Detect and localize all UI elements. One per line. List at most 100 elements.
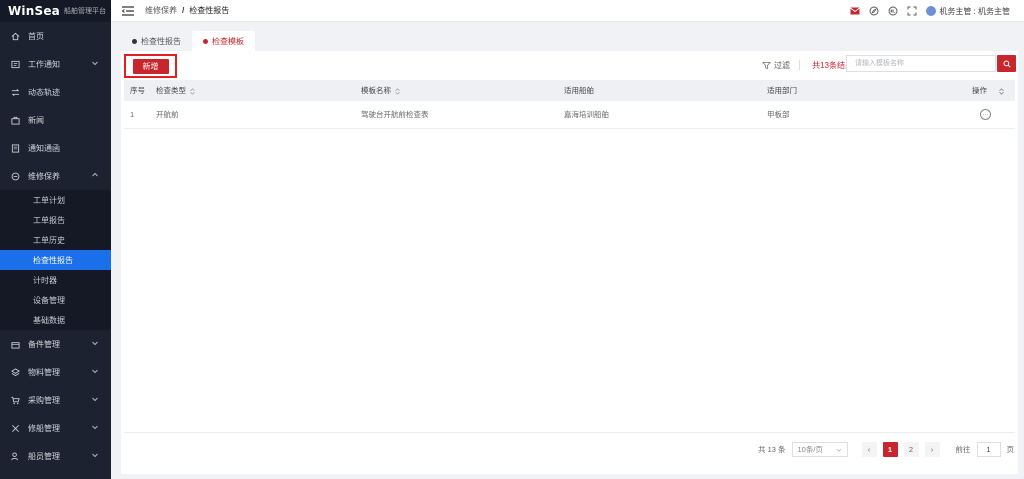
sidebar-item-label: 维修保养 (28, 171, 60, 181)
page-size-select[interactable]: 10条/页 (791, 442, 848, 457)
header-index: 序号 (130, 86, 145, 95)
brand: WinSea 船舶管理平台 (0, 0, 111, 22)
sidebar-item-label: 船员管理 (28, 451, 60, 461)
search-input[interactable] (846, 55, 996, 72)
header-type[interactable]: 检查类型 (150, 80, 355, 101)
user-menu[interactable]: 机务主管 : 机务主管 (926, 6, 1010, 17)
filter-icon (762, 61, 771, 70)
chevron-down-icon (92, 397, 98, 402)
mail-icon[interactable] (850, 6, 861, 16)
sidebar-item-label: 首页 (28, 31, 44, 41)
crew-icon (10, 451, 20, 461)
news-icon (10, 115, 20, 125)
breadcrumb-current: 检查性报告 (189, 6, 230, 15)
sidebar-item-work-notice[interactable]: 工作通知 (0, 50, 111, 78)
search-icon (1002, 59, 1011, 68)
tab-bar: 检查性报告 检查模板 (121, 30, 255, 51)
cell-op: ··· (966, 101, 1015, 128)
sidebar-subitem-work-plan[interactable]: 工单计划 (0, 190, 111, 210)
cart-icon (10, 395, 20, 405)
next-page-button[interactable]: › (924, 442, 940, 457)
toolbar-divider (799, 60, 800, 70)
chevron-down-icon (92, 453, 98, 458)
breadcrumb-parent[interactable]: 维修保养 (145, 5, 177, 16)
sidebar-item-maintenance[interactable]: 维修保养 (0, 162, 111, 190)
chevron-up-icon (92, 172, 98, 177)
chevron-down-icon (92, 425, 98, 430)
toolbar: 新增 过滤 共13条结果 (121, 51, 1018, 78)
filter-label: 过滤 (774, 61, 790, 70)
sidebar-item-ship-repair[interactable]: 修船管理 (0, 414, 111, 442)
sidebar-item-track[interactable]: 动态轨迹 (0, 78, 111, 106)
filter-button[interactable]: 过滤 (762, 60, 790, 71)
circular-icon (10, 143, 20, 153)
track-icon (10, 87, 20, 97)
sidebar-subitem-timer[interactable]: 计时器 (0, 270, 111, 290)
prev-page-button[interactable]: ‹ (861, 442, 877, 457)
header-label: 操作 (972, 86, 987, 95)
cell-type: 开航前 (156, 109, 179, 119)
menu-toggle-icon[interactable] (122, 5, 134, 16)
goto-page-input[interactable] (976, 442, 1001, 457)
sidebar-item-news[interactable]: 新闻 (0, 106, 111, 134)
goto-suffix: 页 (1006, 445, 1015, 454)
more-actions-icon[interactable]: ··· (980, 109, 991, 120)
column-settings-icon[interactable] (999, 87, 1004, 95)
sidebar-item-spare-parts[interactable]: 备件管理 (0, 330, 111, 358)
pagination-divider (124, 432, 1015, 433)
sidebar-item-label: 新闻 (28, 115, 44, 125)
header-template[interactable]: 模板名称 (355, 80, 558, 101)
language-icon[interactable] (888, 6, 898, 16)
table-row[interactable]: 1 开航前 驾驶台开航前检查表 嘉海培训船舶 甲板部 ··· (124, 101, 1015, 128)
cell-ship: 嘉海培训船舶 (564, 109, 609, 119)
tab-label: 检查性报告 (141, 36, 181, 46)
tab-pin-icon (132, 38, 137, 44)
page-size-value: 10条/页 (797, 445, 823, 454)
chevron-down-icon (92, 369, 98, 374)
chevron-down-icon (92, 61, 98, 66)
sidebar-item-purchase[interactable]: 采购管理 (0, 386, 111, 414)
sidebar-item-materials[interactable]: 物料管理 (0, 358, 111, 386)
tab-inspection-report[interactable]: 检查性报告 (121, 31, 192, 51)
maintenance-submenu: 工单计划 工单报告 工单历史 检查性报告 计时器 设备管理 基础数据 (0, 190, 111, 330)
breadcrumb-separator: / (182, 6, 185, 15)
repair-icon (10, 423, 20, 433)
header-op: 操作 (966, 80, 1015, 101)
sidebar-subitem-work-history[interactable]: 工单历史 (0, 230, 111, 250)
template-table: 序号 检查类型 模板名称 适用船舶 适用部门 操作 1 开航前 驾驶台开航前检查… (124, 80, 1015, 129)
table-body: 1 开航前 驾驶台开航前检查表 嘉海培训船舶 甲板部 ··· (124, 101, 1015, 128)
sidebar: WinSea 船舶管理平台 首页 工作通知 动态轨迹 新闻 通知通函 维修保养 (0, 0, 111, 479)
search-button[interactable] (997, 55, 1016, 72)
sidebar-item-label: 物料管理 (28, 367, 60, 377)
tab-label: 检查模板 (212, 36, 244, 46)
goto-label: 前往 (955, 445, 971, 454)
sidebar-item-label: 备件管理 (28, 339, 60, 349)
tab-inspection-template[interactable]: 检查模板 (192, 31, 255, 51)
page-button-1[interactable]: 1 (882, 442, 898, 457)
sidebar-item-label: 采购管理 (28, 395, 60, 405)
pagination: 共 13 条 10条/页 ‹ 1 2 › 前往 页 (758, 442, 1014, 457)
template-panel: 新增 过滤 共13条结果 序号 检查类型 模板名称 适用船 (121, 51, 1018, 474)
sidebar-subitem-equipment[interactable]: 设备管理 (0, 290, 111, 310)
sidebar-subitem-inspection-report[interactable]: 检查性报告 (0, 250, 111, 270)
sidebar-item-circular[interactable]: 通知通函 (0, 134, 111, 162)
sidebar-item-label: 修船管理 (28, 423, 60, 433)
sort-icon[interactable] (395, 87, 400, 95)
sidebar-subitem-work-report[interactable]: 工单报告 (0, 210, 111, 230)
brand-name: WinSea (8, 4, 60, 18)
sidebar-item-label: 通知通函 (28, 143, 60, 153)
chevron-down-icon (836, 448, 841, 452)
avatar (926, 6, 937, 16)
sidebar-item-home[interactable]: 首页 (0, 22, 111, 50)
cell-template: 驾驶台开航前检查表 (361, 109, 429, 119)
fullscreen-icon[interactable] (907, 6, 917, 16)
sidebar-subitem-base-data[interactable]: 基础数据 (0, 310, 111, 330)
add-button-highlight: 新增 (124, 54, 177, 78)
sort-icon[interactable] (190, 87, 195, 95)
tab-pin-icon (203, 38, 208, 44)
page-button-2[interactable]: 2 (903, 442, 919, 457)
sidebar-item-crew[interactable]: 船员管理 (0, 442, 111, 470)
compass-icon[interactable] (869, 6, 879, 16)
add-button[interactable]: 新增 (132, 58, 169, 74)
materials-icon (10, 367, 20, 377)
